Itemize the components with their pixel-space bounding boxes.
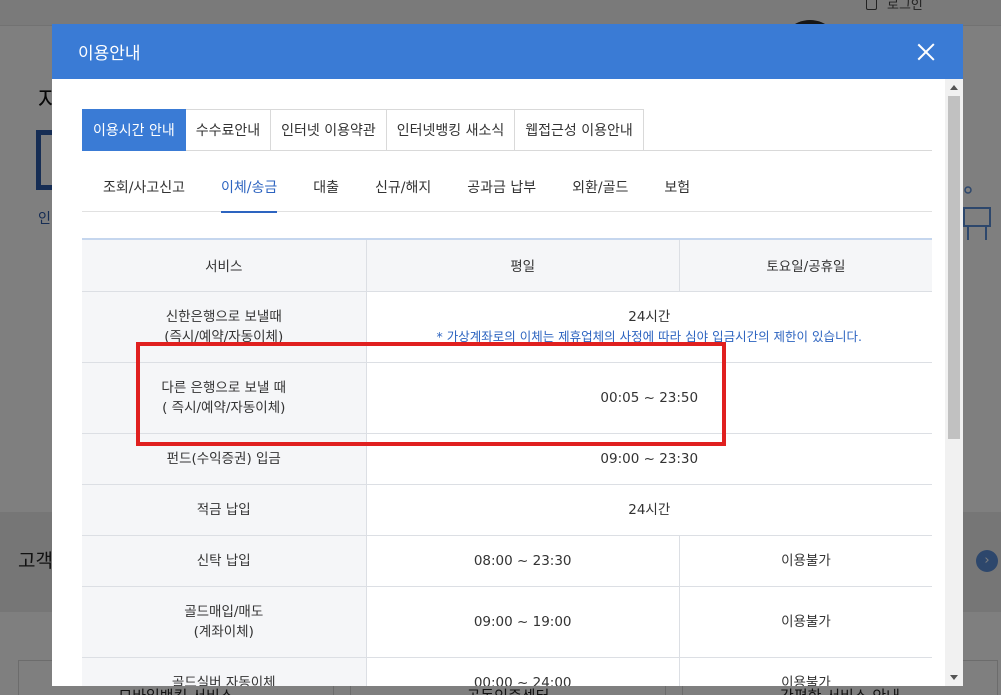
subtab-utility-bill[interactable]: 공과금 납부 [467,169,536,212]
service-cell: 골드매입/매도 (계좌이체) [82,586,366,658]
table-row: 골드매입/매도 (계좌이체) 09:00 ~ 19:00 이용불가 [82,586,932,658]
weekend-cell: 이용불가 [678,657,932,686]
column-header: 토요일/공휴일 [678,239,932,292]
modal-scrollbar[interactable] [945,79,963,686]
subtab-fx-gold[interactable]: 외환/골드 [572,169,628,212]
close-icon[interactable] [915,41,937,63]
scroll-up-icon[interactable] [950,85,958,90]
scroll-thumb[interactable] [948,96,960,439]
tab-accessibility[interactable]: 웹접근성 이용안내 [515,109,644,151]
tab-fees[interactable]: 수수료안내 [185,109,272,151]
table-row: 적금 납입 24시간 [82,484,932,536]
weekday-cell: 08:00 ~ 23:30 [365,535,680,587]
subtab-inquiry[interactable]: 조회/사고신고 [103,169,185,212]
usage-hours-table: 서비스 평일 토요일/공휴일 신한은행으로 보낼때 (즉시/예약/자동이체) 2… [82,238,932,686]
tab-usage-hours[interactable]: 이용시간 안내 [82,109,186,151]
top-tab-bar: 이용시간 안내 수수료안내 인터넷 이용약관 인터넷뱅킹 새소식 웹접근성 이용… [82,109,932,151]
subtab-loan[interactable]: 대출 [313,169,339,212]
subtab-transfer[interactable]: 이체/송금 [221,169,278,213]
weekend-cell: 이용불가 [678,586,932,658]
tab-terms[interactable]: 인터넷 이용약관 [271,109,387,151]
column-header: 서비스 [82,239,366,292]
hours-cell: 24시간 [365,484,932,536]
column-header: 평일 [365,239,680,292]
sub-tab-bar: 조회/사고신고 이체/송금 대출 신규/해지 공과금 납부 외환/골드 보험 [82,169,932,213]
weekday-cell: 00:00 ~ 24:00 [365,657,680,686]
weekend-cell: 이용불가 [678,535,932,587]
table-row: 골드실버 자동이체 00:00 ~ 24:00 이용불가 [82,657,932,686]
subtab-open-close[interactable]: 신규/해지 [375,169,431,212]
service-cell: 적금 납입 [82,484,366,536]
service-cell: 신탁 납입 [82,535,366,587]
subtab-insurance[interactable]: 보험 [664,169,690,212]
service-cell: 골드실버 자동이체 [82,657,366,686]
tab-news[interactable]: 인터넷뱅킹 새소식 [386,109,516,151]
highlight-box [136,342,726,446]
modal-title: 이용안내 [78,44,141,64]
scroll-down-icon[interactable] [950,675,958,680]
modal-header: 이용안내 [52,24,963,79]
weekday-cell: 09:00 ~ 19:00 [365,586,680,658]
table-header-row: 서비스 평일 토요일/공휴일 [82,239,932,292]
table-row: 신탁 납입 08:00 ~ 23:30 이용불가 [82,535,932,587]
